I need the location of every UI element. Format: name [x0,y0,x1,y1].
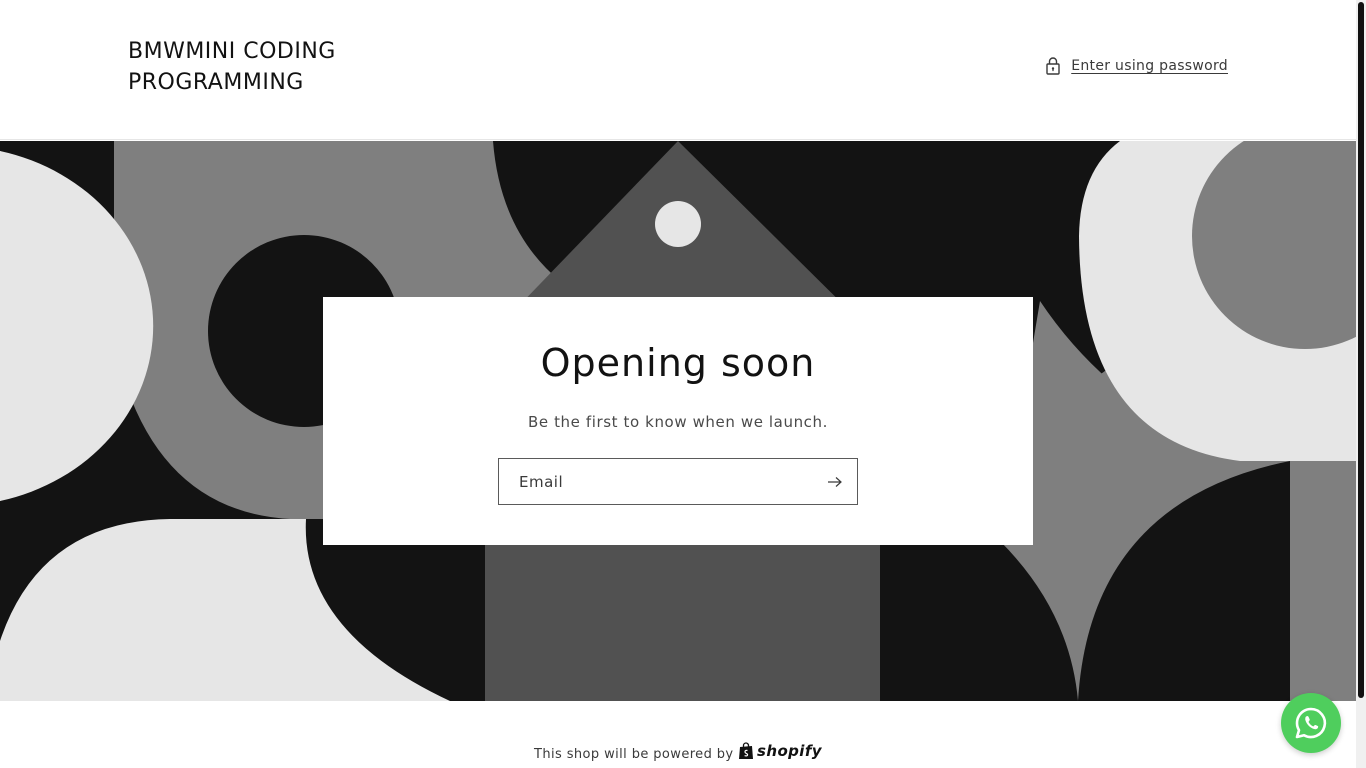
enter-password-link[interactable]: Enter using password [1044,56,1228,76]
page-scrollbar[interactable] [1356,0,1366,768]
store-name-line2[interactable]: PROGRAMMING [128,67,388,98]
powered-by-text: This shop will be powered by [534,747,734,762]
enter-password-label[interactable]: Enter using password [1071,58,1228,74]
whatsapp-icon [1295,707,1327,739]
newsletter-card: Opening soon Be the first to know when w… [323,297,1033,545]
shopify-label[interactable]: shopify [757,742,822,760]
scrollbar-thumb[interactable] [1358,2,1364,698]
page-subtitle: Be the first to know when we launch. [527,413,829,431]
page-title: Opening soon [540,341,816,385]
site-header: BMWMINI CODING PROGRAMMING Enter using p… [0,0,1356,140]
store-name[interactable]: BMWMINI CODING PROGRAMMING [128,36,388,98]
arrow-right-icon [828,477,842,487]
lock-icon [1044,56,1062,76]
store-name-line1[interactable]: BMWMINI CODING [128,36,388,67]
subscribe-button[interactable] [821,469,849,495]
shopify-link[interactable]: shopify [738,742,822,760]
powered-by-footer: This shop will be powered by shopify [0,742,1356,762]
shopify-bag-icon [739,742,754,759]
email-field[interactable] [498,458,858,505]
email-input[interactable] [499,459,819,504]
whatsapp-chat-button[interactable] [1281,693,1341,753]
